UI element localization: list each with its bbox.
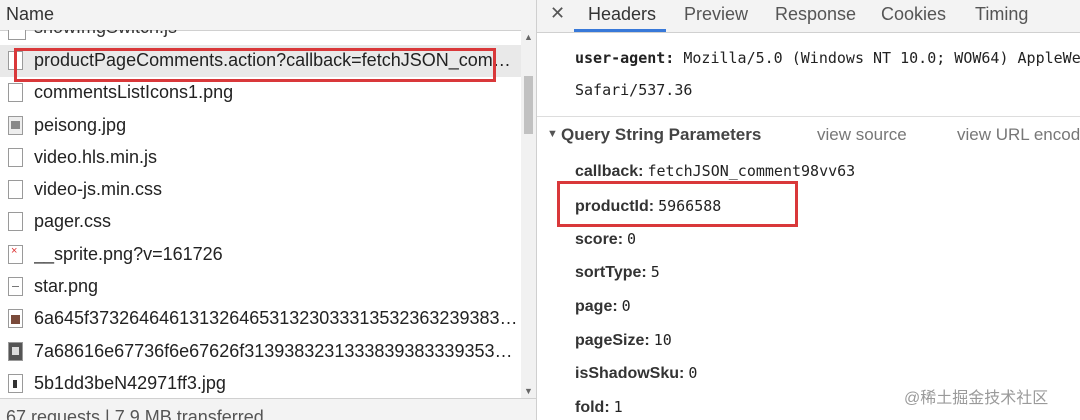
request-details-panel: ✕ Headers Preview Response Cookies Timin… [537, 0, 1080, 420]
request-row[interactable]: 5b1dd3beN42971ff3.jpg [0, 368, 521, 400]
scroll-up-arrow-icon[interactable]: ▲ [524, 32, 533, 42]
tab-response[interactable]: Response [775, 4, 856, 25]
request-name: 6a645f3732646461313264653132303331353236… [34, 308, 520, 329]
request-name: 5b1dd3beN42971ff3.jpg [34, 372, 226, 393]
request-summary: 67 requests | 7.9 MB transferred [6, 407, 264, 420]
param-key: score: [575, 231, 624, 248]
request-row[interactable]: 6a645f3732646461313264653132303331353236… [0, 303, 521, 335]
name-column-header[interactable]: Name [0, 0, 536, 31]
tab-cookies[interactable]: Cookies [881, 4, 946, 25]
param-key: fold: [575, 399, 610, 416]
param-page: page: 0 [575, 297, 631, 316]
network-request-list-panel: Name showImgSwitch.js productPageComment… [0, 0, 537, 420]
document-icon [8, 83, 23, 103]
param-key: pageSize: [575, 332, 650, 349]
param-score: score: 0 [575, 230, 636, 249]
header-key: user-agent: [575, 49, 675, 67]
tab-preview[interactable]: Preview [684, 4, 748, 25]
scrollbar-thumb[interactable] [524, 76, 533, 134]
selected-request-highlight-box [14, 48, 496, 82]
param-value: 0 [688, 364, 698, 382]
request-name: __sprite.png?v=161726 [34, 243, 223, 264]
param-value: 5 [650, 263, 660, 281]
house-image-icon [8, 309, 23, 329]
param-value: 1 [613, 398, 623, 416]
request-row[interactable]: commentsListIcons1.png [0, 77, 521, 109]
request-name: peisong.jpg [34, 114, 127, 135]
param-key: page: [575, 298, 618, 315]
tab-headers[interactable]: Headers [588, 4, 656, 25]
document-icon [8, 212, 23, 232]
productid-highlight-box [557, 181, 798, 227]
request-name: video.hls.min.js [34, 146, 158, 167]
request-row[interactable]: __sprite.png?v=161726 [0, 239, 521, 271]
request-row[interactable]: 7a68616e67736f6e67626f313938323133383938… [0, 336, 521, 368]
close-icon[interactable]: ✕ [550, 3, 565, 24]
user-agent-header: user-agent: Mozilla/5.0 (Windows NT 10.0… [575, 49, 1080, 67]
document-icon [8, 30, 26, 40]
view-source-link[interactable]: view source [817, 125, 907, 145]
request-row[interactable]: pager.css [0, 206, 521, 238]
request-row[interactable]: peisong.jpg [0, 110, 521, 142]
header-value: Mozilla/5.0 (Windows NT 10.0; WOW64) App… [683, 49, 1080, 67]
request-row[interactable]: video-js.min.css [0, 174, 521, 206]
list-item-partial[interactable]: showImgSwitch.js [0, 30, 521, 40]
request-name: 7a68616e67736f6e67626f313938323133383938… [34, 340, 520, 361]
param-value: fetchJSON_comment98vv63 [647, 162, 856, 180]
param-callback: callback: fetchJSON_comment98vv63 [575, 162, 855, 181]
document-icon [8, 147, 23, 167]
param-key: sortType: [575, 264, 647, 281]
param-key: isShadowSku: [575, 365, 685, 382]
query-string-section-title[interactable]: Query String Parameters [561, 125, 761, 145]
param-key: callback: [575, 163, 644, 180]
active-tab-indicator [574, 29, 666, 32]
request-list-scrollbar[interactable]: ▲ ▼ [521, 30, 536, 398]
image-icon [8, 115, 23, 135]
request-name: star.png [34, 276, 99, 297]
details-tab-bar: ✕ Headers Preview Response Cookies Timin… [537, 0, 1080, 33]
watermark: @稀土掘金技术社区 [904, 390, 1049, 407]
request-row[interactable]: star.png [0, 271, 521, 303]
tab-timing[interactable]: Timing [975, 4, 1028, 25]
param-fold: fold: 1 [575, 398, 623, 417]
request-name: video-js.min.css [34, 179, 163, 200]
scroll-down-arrow-icon[interactable]: ▼ [524, 386, 533, 396]
network-status-bar: 67 requests | 7.9 MB transferred [0, 398, 536, 420]
param-sorttype: sortType: 5 [575, 263, 660, 282]
param-pagesize: pageSize: 10 [575, 331, 672, 350]
document-icon [8, 180, 23, 200]
photo-image-icon [8, 341, 23, 361]
name-column-header-label: Name [6, 4, 55, 24]
request-name: pager.css [34, 211, 112, 232]
param-isshadowsku: isShadowSku: 0 [575, 364, 697, 383]
user-agent-continuation: Safari/537.36 [575, 81, 693, 99]
star-image-icon [8, 277, 23, 297]
request-rows: productPageComments.action?callback=fetc… [0, 45, 521, 400]
param-value: 10 [653, 331, 672, 349]
param-value: 0 [627, 230, 637, 248]
bar-image-icon [8, 373, 23, 393]
request-name: commentsListIcons1.png [34, 82, 234, 103]
collapse-triangle-icon[interactable]: ▼ [547, 128, 558, 140]
section-divider [537, 116, 1080, 119]
request-row[interactable]: video.hls.min.js [0, 142, 521, 174]
sprite-image-icon [8, 244, 23, 264]
view-url-encoded-link[interactable]: view URL encoded [957, 125, 1080, 145]
list-item-label: showImgSwitch.js [34, 30, 177, 38]
param-value: 0 [621, 297, 631, 315]
